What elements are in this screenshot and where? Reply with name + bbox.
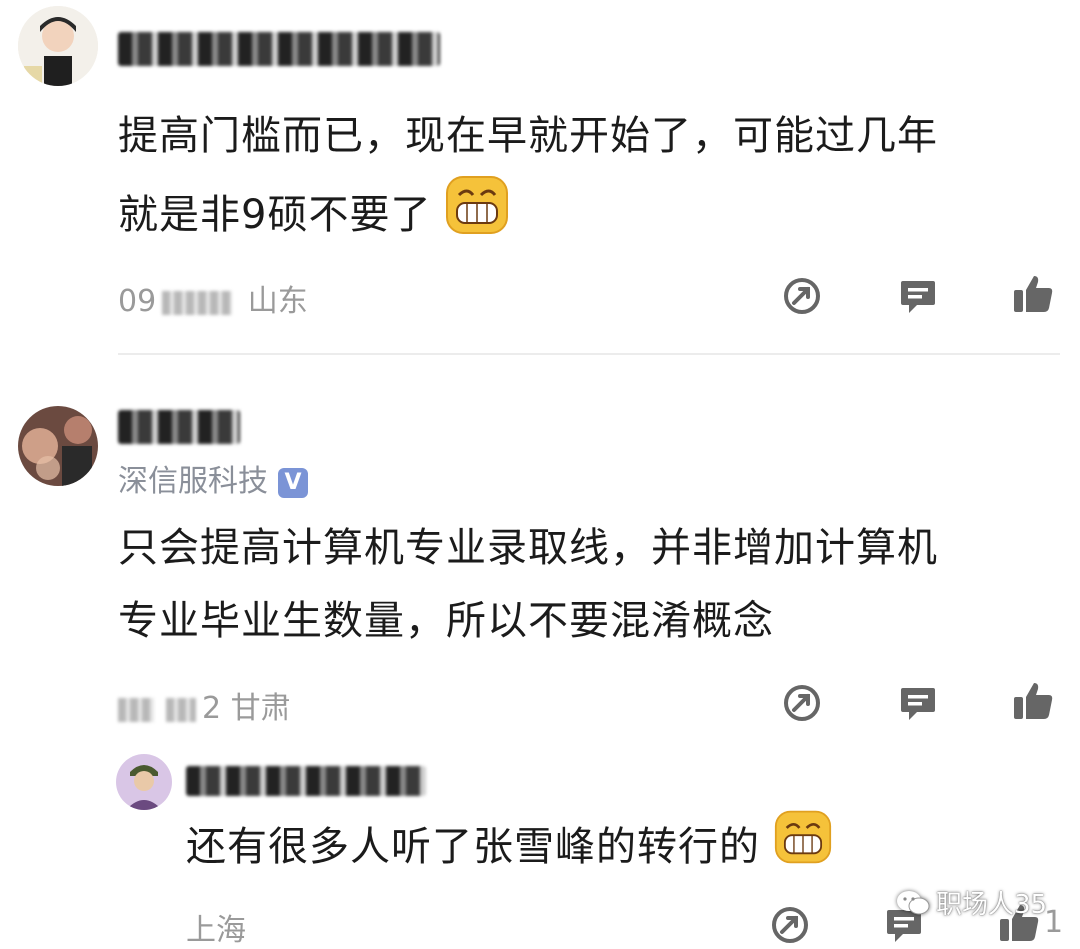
comment-text: 还有很多人听了张雪峰的转行的 — [186, 808, 1046, 890]
comment-line: 提高门槛而已，现在早就开始了，可能过几年 — [118, 113, 938, 159]
user-avatar-icon — [18, 6, 98, 86]
thumbs-up-icon — [1014, 276, 1053, 312]
share-button[interactable] — [778, 272, 826, 320]
comment-icon — [901, 688, 935, 720]
company-name: 深信服科技 — [118, 464, 268, 499]
timestamp-blurred — [162, 290, 233, 315]
region-label: 山东 — [247, 284, 308, 319]
like-button[interactable] — [1010, 677, 1058, 725]
watermark-text: 职场人35 — [936, 890, 1048, 920]
comment-line-text: 就是非9硕不要了 — [118, 192, 432, 238]
comment-meta: 上海 — [186, 905, 246, 949]
username-blurred[interactable] — [186, 766, 426, 796]
like-button[interactable] — [1010, 270, 1058, 318]
username-blurred[interactable] — [118, 32, 440, 66]
avatar[interactable] — [18, 6, 98, 86]
timestamp-blurred — [118, 697, 154, 722]
comment-meta: 09 山东 — [118, 276, 308, 320]
share-icon — [784, 685, 820, 721]
comment-line: 只会提高计算机专业录取线，并非增加计算机 — [118, 525, 938, 571]
comment-line-text: 还有很多人听了张雪峰的转行的 — [186, 824, 760, 870]
username-blurred[interactable] — [118, 410, 240, 444]
user-avatar-icon — [116, 754, 172, 810]
divider — [118, 353, 1060, 355]
share-icon — [772, 907, 808, 943]
timestamp: 2 — [202, 691, 222, 726]
region-label: 上海 — [186, 913, 246, 948]
share-icon — [784, 278, 820, 314]
region-label: 甘肃 — [230, 691, 291, 726]
timestamp: 09 — [118, 284, 157, 319]
company-label: 深信服科技 V — [118, 456, 308, 500]
comment-meta: 2 甘肃 — [118, 683, 291, 727]
comment-text: 提高门槛而已，现在早就开始了，可能过几年 就是非9硕不要了 — [118, 100, 1048, 261]
avatar[interactable] — [18, 406, 98, 486]
wechat-icon — [897, 890, 930, 914]
reply-button[interactable] — [894, 272, 942, 320]
thumbs-up-icon — [1014, 683, 1053, 719]
timestamp-blurred — [166, 697, 196, 722]
reply-button[interactable] — [894, 679, 942, 727]
comment-icon — [901, 281, 935, 313]
share-button[interactable] — [778, 679, 826, 727]
comment-line: 专业毕业生数量，所以不要混淆概念 — [118, 598, 774, 644]
comment-line: 就是非9硕不要了 — [118, 173, 1048, 261]
watermark: 职场人35 — [896, 884, 1047, 921]
comment-text: 只会提高计算机专业录取线，并非增加计算机 专业毕业生数量，所以不要混淆概念 — [118, 512, 1058, 658]
user-avatar-icon — [18, 406, 98, 486]
verified-badge-icon: V — [278, 467, 308, 498]
grin-emoji-icon — [445, 173, 509, 261]
share-button[interactable] — [766, 901, 814, 949]
grin-emoji-icon — [774, 808, 832, 890]
avatar[interactable] — [116, 754, 172, 810]
